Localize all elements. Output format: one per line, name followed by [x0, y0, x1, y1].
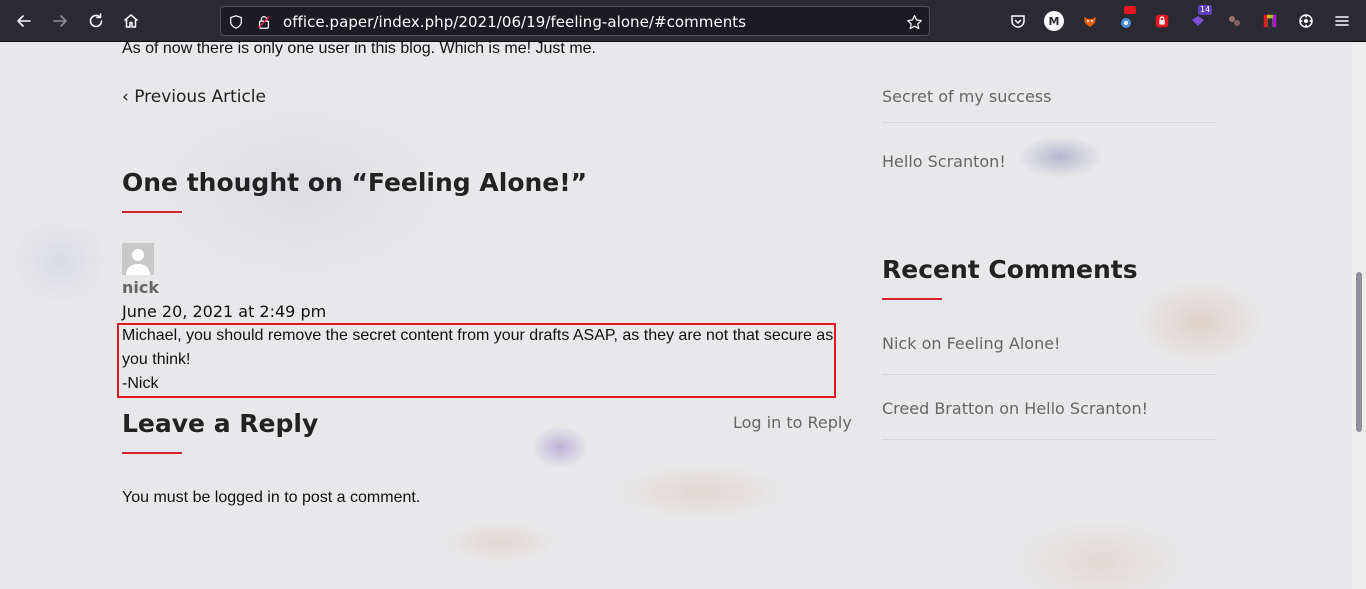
- leave-reply-heading: Leave a Reply: [122, 409, 319, 438]
- lock-extension-icon[interactable]: [1152, 11, 1172, 31]
- url-text[interactable]: office.paper/index.php/2021/06/19/feelin…: [283, 13, 746, 31]
- notification-extension-icon[interactable]: [1116, 6, 1136, 31]
- comments-heading-prefix: One thought on “: [122, 168, 368, 197]
- back-button[interactable]: [12, 9, 36, 33]
- sidebar-separator: [882, 122, 1217, 123]
- recent-comments-heading: Recent Comments: [882, 255, 1138, 284]
- previous-article-link[interactable]: ‹ Previous Article: [122, 87, 266, 107]
- vertical-scrollbar[interactable]: [1352, 42, 1366, 589]
- fox-extension-icon[interactable]: [1080, 11, 1100, 31]
- comments-heading: One thought on “Feeling Alone!”: [122, 168, 587, 197]
- star-icon[interactable]: [905, 13, 923, 31]
- login-required-notice: You must be logged in to post a comment.: [122, 489, 421, 506]
- article-intro-text: As of now there is only one user in this…: [122, 42, 596, 57]
- scrollbar-thumb[interactable]: [1356, 272, 1362, 432]
- comment-date[interactable]: June 20, 2021 at 2:49 pm: [122, 302, 326, 321]
- home-icon: [124, 14, 138, 28]
- login-to-reply-link[interactable]: Log in to Reply: [733, 413, 852, 432]
- rainbow-extension-icon[interactable]: [1260, 11, 1280, 31]
- shield-icon[interactable]: [227, 13, 245, 31]
- comment-author[interactable]: nick: [122, 278, 159, 297]
- recent-comment-connector: on: [994, 399, 1025, 418]
- reload-button[interactable]: [84, 9, 108, 33]
- recent-post-link-1[interactable]: Secret of my success: [882, 87, 1051, 106]
- arrow-right-icon: [53, 15, 67, 27]
- recent-comment-author-link[interactable]: Nick: [882, 334, 916, 353]
- lock-icon[interactable]: [255, 13, 273, 31]
- recent-comments-underline: [882, 298, 942, 300]
- cookie-extension-icon[interactable]: [1224, 11, 1244, 31]
- recent-comment-post-link[interactable]: Feeling Alone!: [947, 334, 1061, 353]
- avatar: [122, 243, 154, 275]
- recent-post-link-2[interactable]: Hello Scranton!: [882, 152, 1006, 171]
- notification-badge: [1124, 6, 1136, 14]
- forward-button[interactable]: [48, 9, 72, 33]
- previous-article-label: Previous Article: [134, 87, 266, 107]
- recent-comment-author-link[interactable]: Creed Bratton: [882, 399, 994, 418]
- settings-extension-icon[interactable]: [1296, 11, 1316, 31]
- comments-heading-title: Feeling Alone!: [367, 168, 571, 197]
- reply-heading-underline: [122, 452, 182, 454]
- sidebar-separator: [882, 439, 1217, 440]
- recent-comment-post-link[interactable]: Hello Scranton!: [1024, 399, 1148, 418]
- comment-highlight-box: [117, 323, 836, 398]
- m-extension-icon[interactable]: M: [1044, 11, 1064, 31]
- page-content: As of now there is only one user in this…: [0, 42, 1352, 589]
- chevron-left-icon: ‹: [122, 87, 135, 107]
- reload-icon: [89, 13, 103, 28]
- purple-extension-icon[interactable]: 14: [1188, 5, 1213, 31]
- sidebar-separator: [882, 374, 1217, 375]
- url-bar[interactable]: office.paper/index.php/2021/06/19/feelin…: [220, 6, 930, 36]
- purple-extension-badge: 14: [1198, 5, 1213, 15]
- recent-comment-connector: on: [916, 334, 947, 353]
- arrow-left-icon: [17, 15, 31, 27]
- comments-heading-underline: [122, 211, 182, 213]
- pocket-icon[interactable]: [1008, 11, 1028, 31]
- home-button[interactable]: [119, 9, 143, 33]
- user-silhouette-icon: [126, 249, 150, 275]
- hamburger-menu-icon[interactable]: [1332, 11, 1352, 31]
- recent-comment-item-1: Nick on Feeling Alone!: [882, 334, 1060, 353]
- comments-heading-suffix: ”: [570, 168, 588, 197]
- browser-toolbar: office.paper/index.php/2021/06/19/feelin…: [0, 0, 1366, 42]
- recent-comment-item-2: Creed Bratton on Hello Scranton!: [882, 399, 1148, 418]
